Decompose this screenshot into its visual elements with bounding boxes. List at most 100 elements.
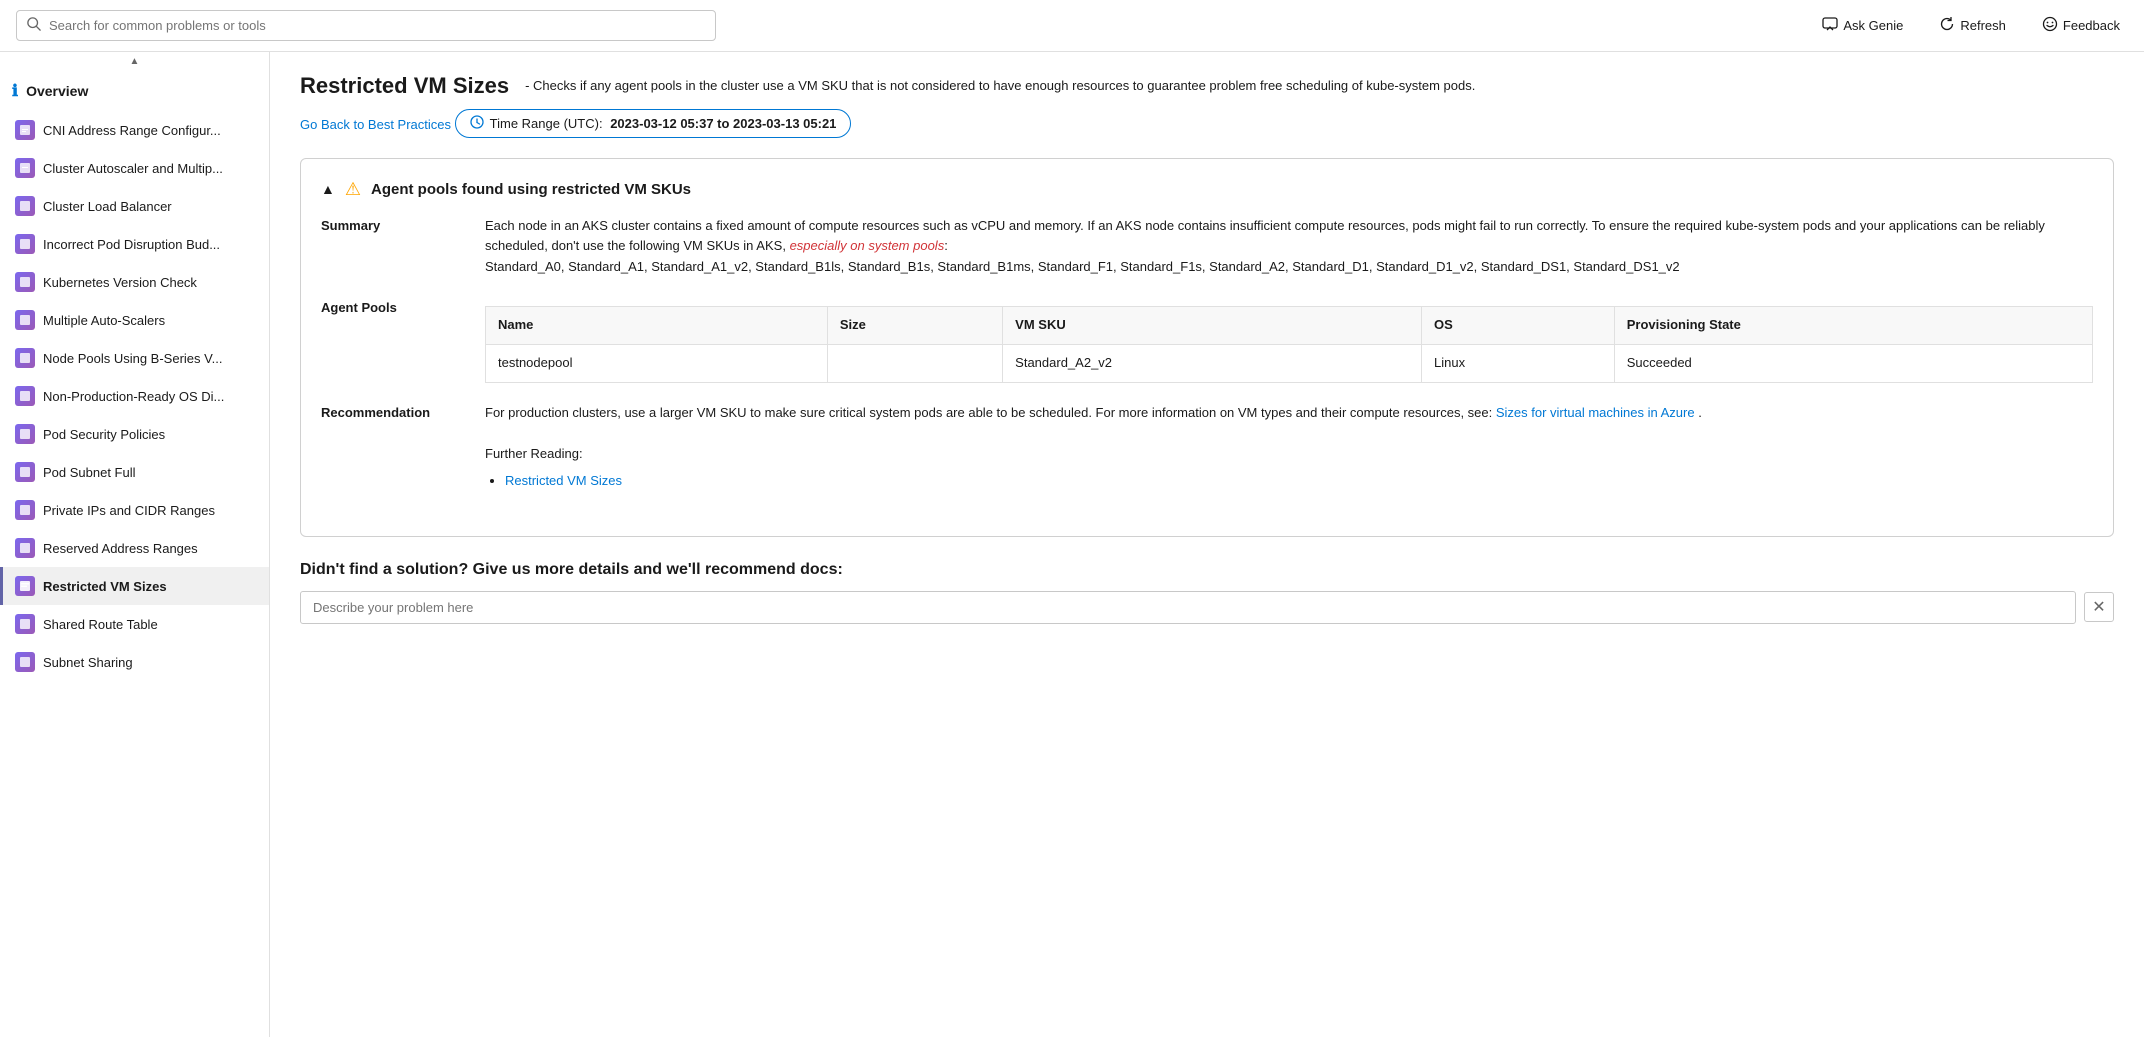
col-provisioning-state: Provisioning State bbox=[1614, 306, 2092, 344]
summary-skus: Standard_A0, Standard_A1, Standard_A1_v2… bbox=[485, 259, 1680, 274]
summary-label: Summary bbox=[321, 216, 461, 278]
sidebar-item-pod-security[interactable]: Pod Security Policies bbox=[0, 415, 269, 453]
list-item: Restricted VM Sizes bbox=[505, 471, 2093, 492]
refresh-icon bbox=[1939, 16, 1955, 35]
summary-highlight: especially on system pools bbox=[790, 238, 945, 253]
multiple-autoscalers-icon bbox=[15, 310, 35, 330]
sidebar-item-pod-disruption[interactable]: Incorrect Pod Disruption Bud... bbox=[0, 225, 269, 263]
sidebar-item-private-ips[interactable]: Private IPs and CIDR Ranges bbox=[0, 491, 269, 529]
sidebar-item-k8s-version[interactable]: Kubernetes Version Check bbox=[0, 263, 269, 301]
info-icon: ℹ bbox=[12, 81, 18, 101]
recommendation-label: Recommendation bbox=[321, 403, 461, 496]
load-balancer-label: Cluster Load Balancer bbox=[43, 199, 172, 214]
search-box[interactable] bbox=[16, 10, 716, 41]
restricted-vm-sizes-link[interactable]: Restricted VM Sizes bbox=[505, 473, 622, 488]
col-size: Size bbox=[827, 306, 1002, 344]
clear-input-button[interactable]: ✕ bbox=[2084, 592, 2114, 622]
sidebar-item-load-balancer[interactable]: Cluster Load Balancer bbox=[0, 187, 269, 225]
cell-provisioning-state: Succeeded bbox=[1614, 344, 2092, 382]
ask-genie-button[interactable]: Ask Genie bbox=[1814, 12, 1911, 39]
scroll-up-indicator: ▲ bbox=[0, 52, 269, 71]
cni-label: CNI Address Range Configur... bbox=[43, 123, 221, 138]
ask-genie-label: Ask Genie bbox=[1843, 18, 1903, 33]
sidebar-item-overview[interactable]: ℹ Overview bbox=[0, 71, 269, 111]
recommendation-row: Recommendation For production clusters, … bbox=[321, 403, 2093, 496]
further-reading-label: Further Reading: bbox=[485, 446, 583, 461]
cell-vm-sku: Standard_A2_v2 bbox=[1003, 344, 1422, 382]
pod-security-label: Pod Security Policies bbox=[43, 427, 165, 442]
feedback-icon bbox=[2042, 16, 2058, 35]
sidebar-item-cni[interactable]: CNI Address Range Configur... bbox=[0, 111, 269, 149]
further-reading-list: Restricted VM Sizes bbox=[485, 471, 2093, 492]
col-name: Name bbox=[486, 306, 828, 344]
collapse-button[interactable]: ▲ bbox=[321, 181, 335, 197]
sidebar-item-shared-route[interactable]: Shared Route Table bbox=[0, 605, 269, 643]
restricted-vm-label: Restricted VM Sizes bbox=[43, 579, 167, 594]
sidebar-item-reserved-address[interactable]: Reserved Address Ranges bbox=[0, 529, 269, 567]
refresh-button[interactable]: Refresh bbox=[1931, 12, 2014, 39]
sidebar-item-multiple-autoscalers[interactable]: Multiple Auto-Scalers bbox=[0, 301, 269, 339]
section-title: Agent pools found using restricted VM SK… bbox=[371, 181, 691, 198]
summary-content: Each node in an AKS cluster contains a f… bbox=[485, 216, 2093, 278]
sidebar-item-autoscaler[interactable]: Cluster Autoscaler and Multip... bbox=[0, 149, 269, 187]
page-description: - Checks if any agent pools in the clust… bbox=[525, 72, 2114, 96]
multiple-autoscalers-label: Multiple Auto-Scalers bbox=[43, 313, 165, 328]
bottom-title: Didn't find a solution? Give us more det… bbox=[300, 561, 2114, 579]
pod-disruption-label: Incorrect Pod Disruption Bud... bbox=[43, 237, 220, 252]
shared-route-label: Shared Route Table bbox=[43, 617, 158, 632]
non-production-label: Non-Production-Ready OS Di... bbox=[43, 389, 224, 404]
pod-subnet-icon bbox=[15, 462, 35, 482]
problem-input[interactable] bbox=[300, 591, 2076, 624]
private-ips-label: Private IPs and CIDR Ranges bbox=[43, 503, 215, 518]
sidebar-item-pod-subnet[interactable]: Pod Subnet Full bbox=[0, 453, 269, 491]
subnet-sharing-label: Subnet Sharing bbox=[43, 655, 133, 670]
col-os: OS bbox=[1422, 306, 1615, 344]
sidebar-item-non-production[interactable]: Non-Production-Ready OS Di... bbox=[0, 377, 269, 415]
table-row: testnodepool Standard_A2_v2 Linux Succee… bbox=[486, 344, 2093, 382]
time-range-label: Time Range (UTC): 2023-03-12 05:37 to 20… bbox=[490, 116, 837, 131]
cell-name: testnodepool bbox=[486, 344, 828, 382]
clock-icon bbox=[470, 115, 484, 132]
ask-genie-icon bbox=[1822, 16, 1838, 35]
overview-label: Overview bbox=[26, 83, 88, 99]
search-icon bbox=[27, 17, 41, 34]
summary-row: Summary Each node in an AKS cluster cont… bbox=[321, 216, 2093, 278]
sidebar-item-restricted-vm[interactable]: Restricted VM Sizes bbox=[0, 567, 269, 605]
pod-disruption-icon bbox=[15, 234, 35, 254]
bottom-section: Didn't find a solution? Give us more det… bbox=[300, 561, 2114, 624]
section-card: ▲ ⚠ Agent pools found using restricted V… bbox=[300, 158, 2114, 537]
content-area: Restricted VM Sizes - Checks if any agen… bbox=[270, 52, 2144, 1037]
shared-route-icon bbox=[15, 614, 35, 634]
search-input[interactable] bbox=[49, 18, 705, 33]
go-back-link[interactable]: Go Back to Best Practices bbox=[300, 117, 451, 132]
cni-icon bbox=[15, 120, 35, 140]
main-layout: ▲ ℹ Overview CNI Address Range Configur.… bbox=[0, 52, 2144, 1037]
recommendation-text: For production clusters, use a larger VM… bbox=[485, 405, 1492, 420]
pod-subnet-label: Pod Subnet Full bbox=[43, 465, 136, 480]
agent-pools-label: Agent Pools bbox=[321, 298, 461, 383]
autoscaler-icon bbox=[15, 158, 35, 178]
private-ips-icon bbox=[15, 500, 35, 520]
recommendation-content: For production clusters, use a larger VM… bbox=[485, 403, 2093, 496]
section-header: ▲ ⚠ Agent pools found using restricted V… bbox=[321, 179, 2093, 200]
problem-input-row: ✕ bbox=[300, 591, 2114, 624]
sidebar-item-subnet-sharing[interactable]: Subnet Sharing bbox=[0, 643, 269, 681]
node-pools-label: Node Pools Using B-Series V... bbox=[43, 351, 222, 366]
page-title: Restricted VM Sizes bbox=[300, 72, 509, 101]
warning-icon: ⚠ bbox=[345, 179, 361, 200]
non-production-icon bbox=[15, 386, 35, 406]
k8s-version-label: Kubernetes Version Check bbox=[43, 275, 197, 290]
sidebar-item-node-pools[interactable]: Node Pools Using B-Series V... bbox=[0, 339, 269, 377]
agent-pools-row: Agent Pools Name Size VM SKU OS Provisio… bbox=[321, 298, 2093, 383]
reserved-address-label: Reserved Address Ranges bbox=[43, 541, 198, 556]
node-pools-icon bbox=[15, 348, 35, 368]
feedback-button[interactable]: Feedback bbox=[2034, 12, 2128, 39]
sidebar: ▲ ℹ Overview CNI Address Range Configur.… bbox=[0, 52, 270, 1037]
restricted-vm-icon bbox=[15, 576, 35, 596]
k8s-version-icon bbox=[15, 272, 35, 292]
cell-os: Linux bbox=[1422, 344, 1615, 382]
pod-security-icon bbox=[15, 424, 35, 444]
recommendation-link[interactable]: Sizes for virtual machines in Azure bbox=[1496, 405, 1698, 420]
col-vm-sku: VM SKU bbox=[1003, 306, 1422, 344]
agent-pools-table: Name Size VM SKU OS Provisioning State t… bbox=[485, 306, 2093, 383]
